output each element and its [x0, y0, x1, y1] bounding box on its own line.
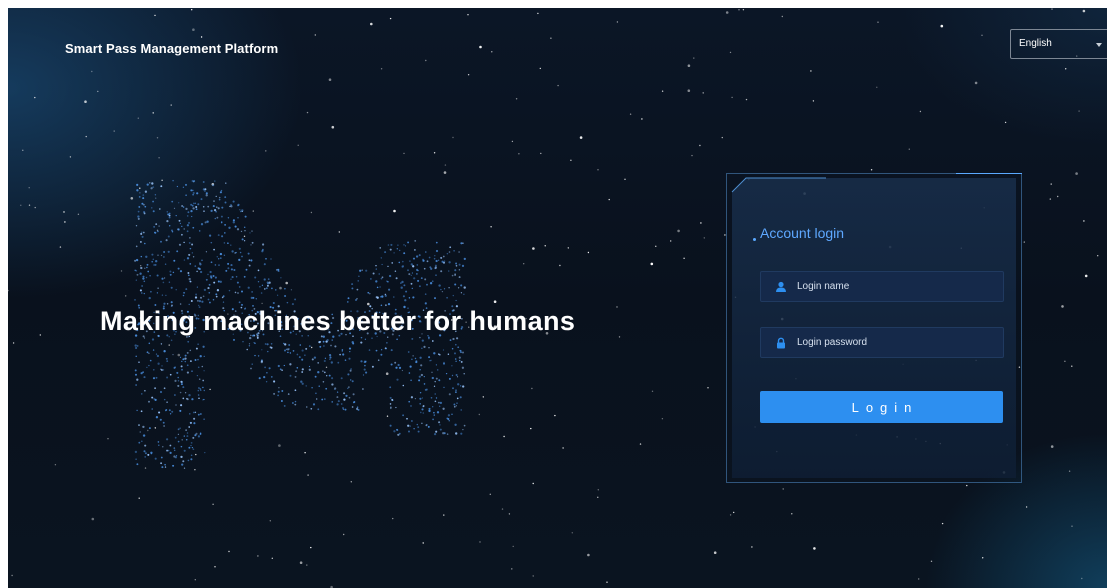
login-name-field[interactable]: Login name: [760, 271, 1004, 302]
login-password-field[interactable]: Login password: [760, 327, 1004, 358]
title-marker: [753, 238, 756, 241]
hero-slogan: Making machines better for humans: [100, 306, 576, 336]
language-select[interactable]: English: [1010, 29, 1107, 59]
login-title: Account login: [760, 225, 845, 241]
platform-title: Smart Pass Management Platform: [65, 41, 279, 56]
login-button[interactable]: Login: [760, 391, 1003, 423]
caret-down-icon: [1096, 43, 1102, 47]
language-value: English: [1019, 38, 1052, 49]
